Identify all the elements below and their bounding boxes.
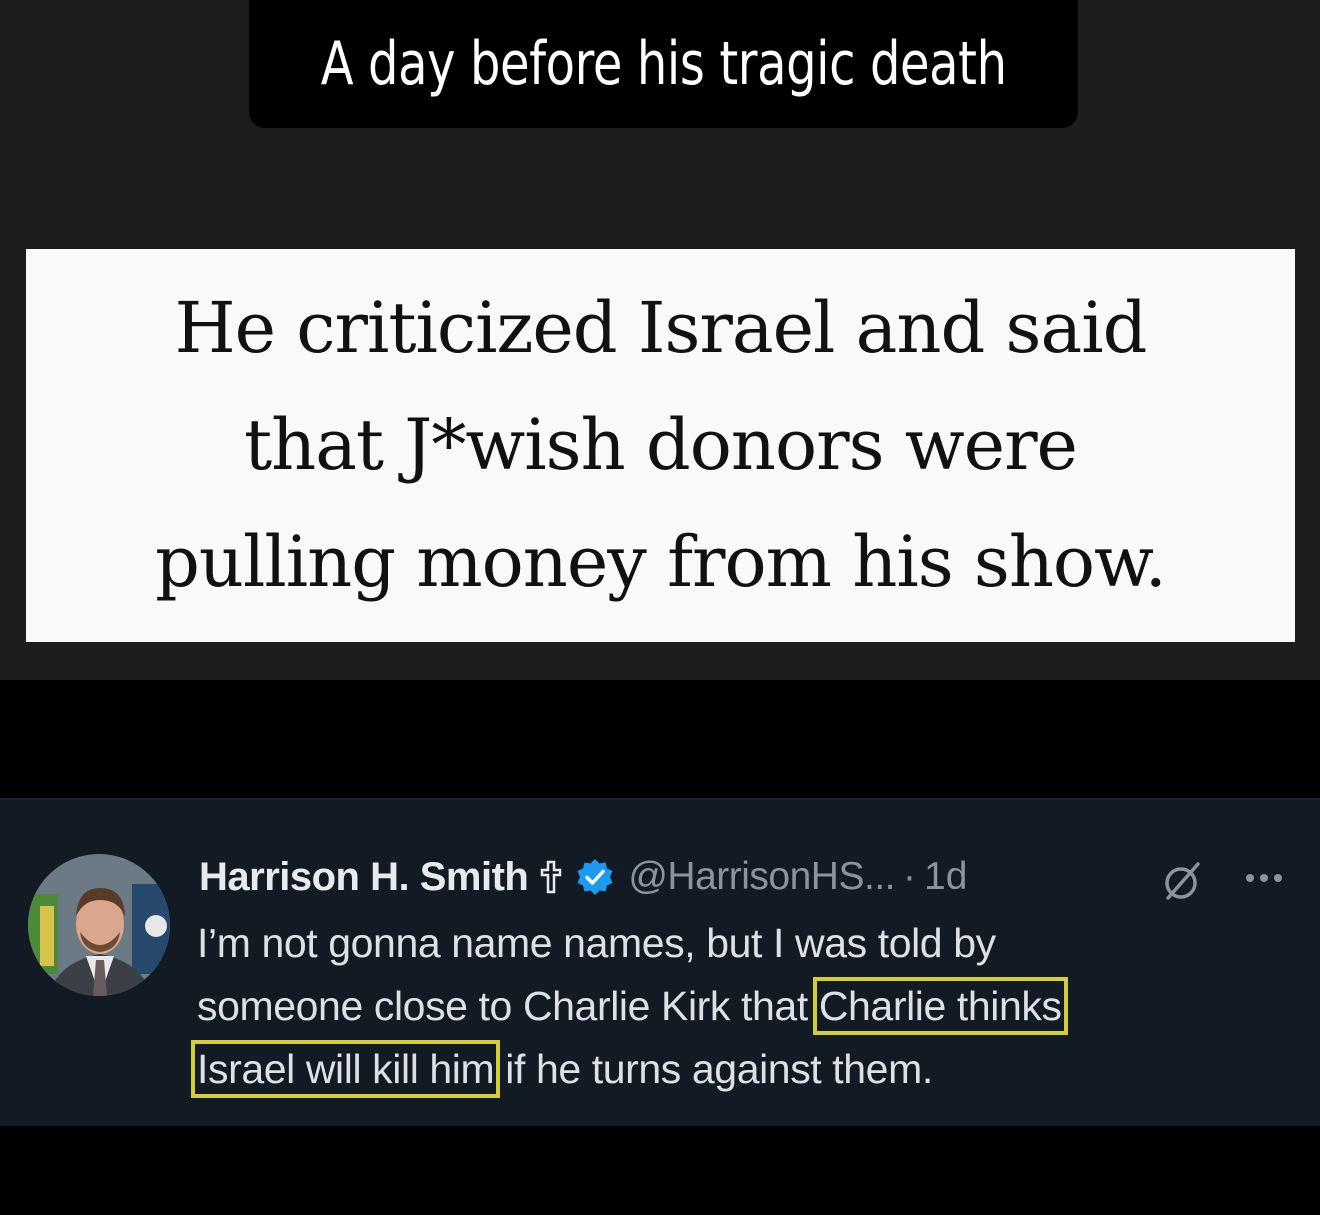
quote-card: He criticized Israel and said that J*wis… bbox=[26, 249, 1295, 642]
avatar-photo bbox=[28, 854, 170, 996]
grok-icon[interactable] bbox=[1160, 858, 1206, 904]
quote-line: pulling money from his show. bbox=[155, 521, 1167, 603]
tweet-text: someone close to Charlie Kirk that bbox=[197, 983, 819, 1029]
avatar[interactable] bbox=[28, 854, 170, 996]
cross-icon bbox=[540, 860, 562, 894]
more-icon[interactable] bbox=[1240, 864, 1288, 892]
highlighted-phrase: Charlie thinks bbox=[812, 977, 1068, 1035]
tweet-text: I’m not gonna name names, but I was told… bbox=[197, 920, 996, 966]
tweet-line: Israel will kill him if he turns against… bbox=[190, 1038, 1297, 1101]
tweet-line: I’m not gonna name names, but I was told… bbox=[197, 912, 1297, 975]
author-name[interactable]: Harrison H. Smith bbox=[199, 855, 529, 900]
caption-box: A day before his tragic death bbox=[249, 0, 1078, 128]
author-handle[interactable]: @HarrisonHS... bbox=[628, 855, 895, 899]
verified-badge-icon bbox=[576, 858, 614, 896]
tweet-header: Harrison H. Smith @HarrisonHS... · 1d bbox=[199, 854, 967, 900]
caption-text: A day before his tragic death bbox=[320, 29, 1007, 99]
quote-line: that J*wish donors were bbox=[243, 404, 1078, 486]
highlighted-phrase: Israel will kill him bbox=[190, 1040, 501, 1098]
quote-line: He criticized Israel and said bbox=[174, 287, 1148, 369]
post-age[interactable]: 1d bbox=[924, 855, 967, 899]
tweet-body: I’m not gonna name names, but I was told… bbox=[190, 912, 1297, 1101]
header-separator: · bbox=[903, 855, 916, 898]
tweet[interactable]: Harrison H. Smith @HarrisonHS... · 1d I’… bbox=[0, 798, 1320, 1126]
tweet-line: someone close to Charlie Kirk that Charl… bbox=[197, 975, 1297, 1038]
tweet-text: if he turns against them. bbox=[494, 1046, 933, 1092]
quote-text: He criticized Israel and said that J*wis… bbox=[155, 270, 1167, 621]
top-panel: A day before his tragic death He critici… bbox=[0, 0, 1320, 680]
